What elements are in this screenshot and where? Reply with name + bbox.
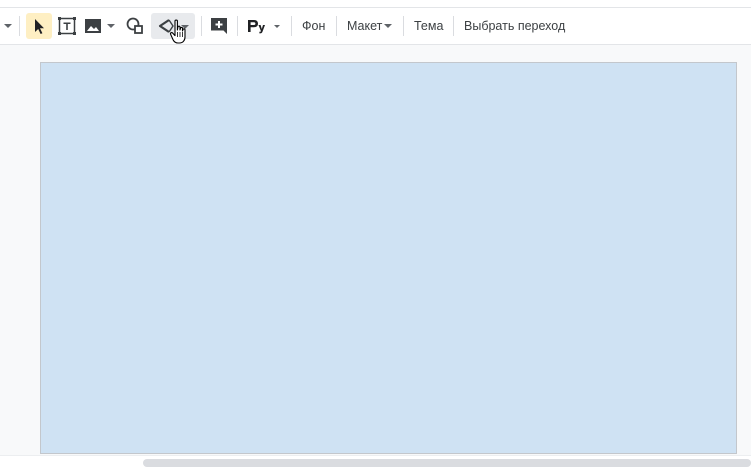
add-comment-button[interactable] [208, 8, 230, 44]
chevron-down-icon [107, 24, 115, 28]
add-comment-icon [211, 18, 227, 34]
insert-image-button[interactable] [84, 8, 118, 44]
toolbar-divider [291, 16, 292, 36]
toolbar-divider [336, 16, 337, 36]
toolbar: Фон Макет Тема Выбрать переход [0, 7, 751, 45]
hand-pointer-cursor-icon [169, 19, 186, 44]
shape-button[interactable] [124, 8, 146, 44]
layout-label: Макет [347, 19, 383, 33]
horizontal-scrollbar-thumb[interactable] [143, 459, 751, 467]
background-button[interactable]: Фон [302, 8, 325, 44]
format-options-icon [248, 20, 265, 34]
image-icon [85, 19, 101, 33]
top-strip [0, 0, 751, 7]
shape-icon [126, 17, 143, 34]
toolbar-divider [19, 16, 20, 36]
toolbar-divider [237, 16, 238, 36]
toolbar-divider [453, 16, 454, 36]
format-options-button[interactable] [246, 8, 284, 44]
chevron-down-icon [4, 24, 12, 28]
theme-button[interactable]: Тема [414, 8, 443, 44]
slide-canvas[interactable] [40, 62, 737, 454]
toolbar-divider [403, 16, 404, 36]
chevron-down-icon [384, 24, 393, 28]
cursor-arrow-icon [35, 19, 44, 34]
text-box-button[interactable] [56, 8, 78, 44]
select-tool-button[interactable] [26, 13, 52, 39]
text-box-icon [58, 17, 76, 35]
more-dropdown-button[interactable] [2, 8, 14, 44]
toolbar-divider [201, 16, 202, 36]
layout-dropdown-button[interactable]: Макет [347, 8, 395, 44]
transition-button[interactable]: Выбрать переход [464, 8, 565, 44]
chevron-down-icon [274, 24, 280, 28]
